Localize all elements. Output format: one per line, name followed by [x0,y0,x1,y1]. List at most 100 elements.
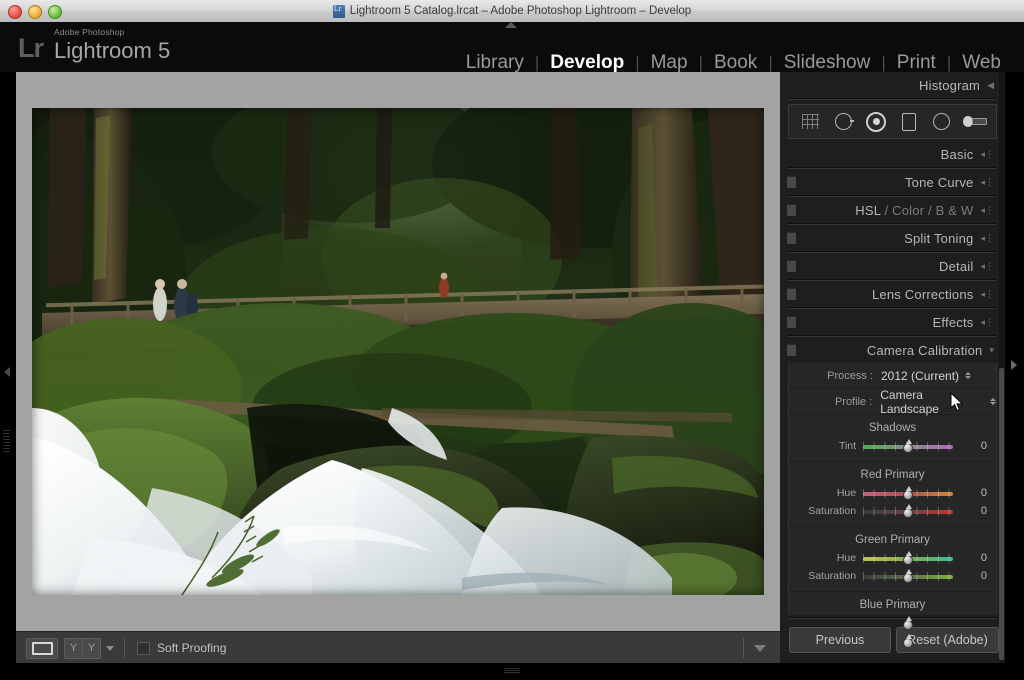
process-row[interactable]: Process : 2012 (Current) [789,363,996,389]
slider-value-green-saturation[interactable]: 0 [953,570,996,582]
panel-header-effects[interactable]: Effects ◂⋮ [780,309,1005,335]
graduated-filter-tool-icon[interactable] [897,111,921,133]
panel-header-basic[interactable]: Basic ◂⋮ [780,141,1005,167]
chevron-collapsed-icon[interactable]: ◂⋮ [980,177,994,187]
slider-row-shadows-tint[interactable]: Tint 0 [789,438,996,454]
module-develop[interactable]: Develop [539,52,635,74]
panel-header-split-toning[interactable]: Split Toning ◂⋮ [780,225,1005,251]
panel-switch-camera-calibration[interactable] [787,344,796,356]
mouse-cursor [950,393,964,412]
chevron-collapsed-icon[interactable]: ◂⋮ [980,205,994,215]
before-after-view-button[interactable]: Y Y [64,637,101,659]
module-web[interactable]: Web [951,52,1012,74]
process-value[interactable]: 2012 (Current) [881,369,959,383]
panel-header-histogram[interactable]: Histogram ◀ [780,72,1005,98]
previous-button[interactable]: Previous [789,627,891,653]
soft-proofing-checkbox[interactable] [137,641,150,655]
toolbar-right-divider [743,638,744,658]
slider-knob-blue-saturation[interactable] [902,633,914,648]
panel-header-camera-calibration[interactable]: Camera Calibration ▾ [780,337,1005,363]
group-title-red-primary: Red Primary [860,469,925,481]
slider-knob-green-hue[interactable] [902,550,914,565]
slider-track-red-hue[interactable] [863,485,954,500]
zoom-window-button[interactable] [48,5,62,19]
panel-header-hsl-color-bw[interactable]: HSL / Color / B & W ◂⋮ [780,197,1005,223]
color-label: Color [892,202,925,218]
slider-knob-red-saturation[interactable] [902,503,914,518]
chevron-collapsed-icon[interactable]: ◂⋮ [980,233,994,243]
slider-track-green-hue[interactable] [863,550,954,565]
module-print[interactable]: Print [886,52,947,74]
top-panel-collapse-arrow[interactable] [505,22,517,28]
slider-row-red-hue[interactable]: Hue 0 [789,485,996,501]
filmstrip-grip[interactable] [504,668,520,673]
chevron-collapsed-icon[interactable]: ◂⋮ [980,261,994,271]
hide-right-panel-arrow-icon[interactable] [1011,360,1017,370]
radial-filter-tool-icon[interactable] [930,111,954,133]
left-panel-edge[interactable] [0,72,16,663]
slider-value-green-hue[interactable]: 0 [953,552,996,564]
profile-stepper-icon[interactable] [990,398,996,405]
close-window-button[interactable] [8,5,22,19]
group-red-primary: Red Primary Hue 0 Saturation 0 [789,462,996,527]
module-slideshow[interactable]: Slideshow [773,52,882,74]
crop-overlay-tool-icon[interactable] [798,111,822,133]
module-library[interactable]: Library [455,52,535,74]
chevron-collapsed-icon[interactable]: ◂⋮ [980,149,994,159]
panel-header-lens-corrections[interactable]: Lens Corrections ◂⋮ [780,281,1005,307]
profile-row[interactable]: Profile : Camera Landscape [789,388,996,416]
image-canvas[interactable] [16,72,780,631]
panel-header-detail[interactable]: Detail ◂⋮ [780,253,1005,279]
window-controls[interactable] [8,5,62,19]
chevron-collapsed-icon[interactable]: ◂⋮ [980,317,994,327]
panel-switch-hsl[interactable] [787,204,796,216]
adjustment-brush-tool-icon[interactable] [962,111,987,133]
slider-track-tint[interactable] [863,438,954,453]
red-eye-correction-tool-icon[interactable] [864,111,888,133]
slider-knob-red-hue[interactable] [902,485,914,500]
process-stepper-icon[interactable] [965,372,972,379]
slider-knob-green-saturation[interactable] [902,568,914,583]
panel-switch-split-toning[interactable] [787,232,796,244]
left-panel-grip[interactable] [3,430,10,454]
slider-value-red-hue[interactable]: 0 [953,487,996,499]
slider-knob-tint[interactable] [902,438,914,453]
collapse-left-triangle-icon[interactable]: ◀ [987,80,994,90]
slider-row-green-saturation[interactable]: Saturation 0 [789,568,996,584]
right-panel-scrollbar[interactable] [999,72,1004,663]
slider-track-green-saturation[interactable] [863,568,954,583]
develop-tool-strip[interactable] [788,104,997,139]
panel-switch-lens-corrections[interactable] [787,288,796,300]
minimize-window-button[interactable] [28,5,42,19]
photo-artwork [32,108,764,595]
module-book[interactable]: Book [703,52,768,74]
slider-knob-blue-hue[interactable] [902,615,914,630]
filmstrip-edge[interactable] [0,663,1024,680]
panel-switch-tone-curve[interactable] [787,176,796,188]
panel-switch-effects[interactable] [787,316,796,328]
slider-value-red-saturation[interactable]: 0 [953,505,996,517]
slider-track-red-saturation[interactable] [863,503,954,518]
develop-photo[interactable] [32,108,764,595]
spot-removal-tool-icon[interactable] [831,111,855,133]
loupe-view-icon[interactable] [26,637,58,659]
identity-plate[interactable]: Lr Adobe Photoshop Lightroom 5 [18,28,170,62]
right-panel-scrollbar-thumb[interactable] [999,368,1004,660]
module-picker[interactable]: Library | Develop | Map | Book | Slidesh… [455,52,1012,74]
module-map[interactable]: Map [640,52,699,74]
toolbar-disclosure-triangle-icon[interactable] [754,644,766,652]
show-left-panel-arrow-icon[interactable] [4,367,10,377]
chevron-collapsed-icon[interactable]: ◂⋮ [980,289,994,299]
slider-row-red-saturation[interactable]: Saturation 0 [789,503,996,519]
before-after-chevron-down-icon[interactable] [106,645,114,651]
develop-toolbar[interactable]: Y Y Soft Proofing [16,631,780,664]
camera-calibration-body[interactable]: Process : 2012 (Current) Profile : Camer… [788,363,997,657]
panel-header-tone-curve[interactable]: Tone Curve ◂⋮ [780,169,1005,195]
panel-switch-detail[interactable] [787,260,796,272]
slider-row-green-hue[interactable]: Hue 0 [789,550,996,566]
slider-value-tint[interactable]: 0 [953,440,996,452]
profile-value[interactable]: Camera Landscape [880,388,984,416]
develop-right-panel[interactable]: Histogram ◀ Basic ◂⋮ Tone Curve ◂⋮ HSL /… [780,72,1005,663]
chevron-expanded-icon[interactable]: ▾ [989,345,994,355]
panel-label-basic: Basic [940,146,974,162]
